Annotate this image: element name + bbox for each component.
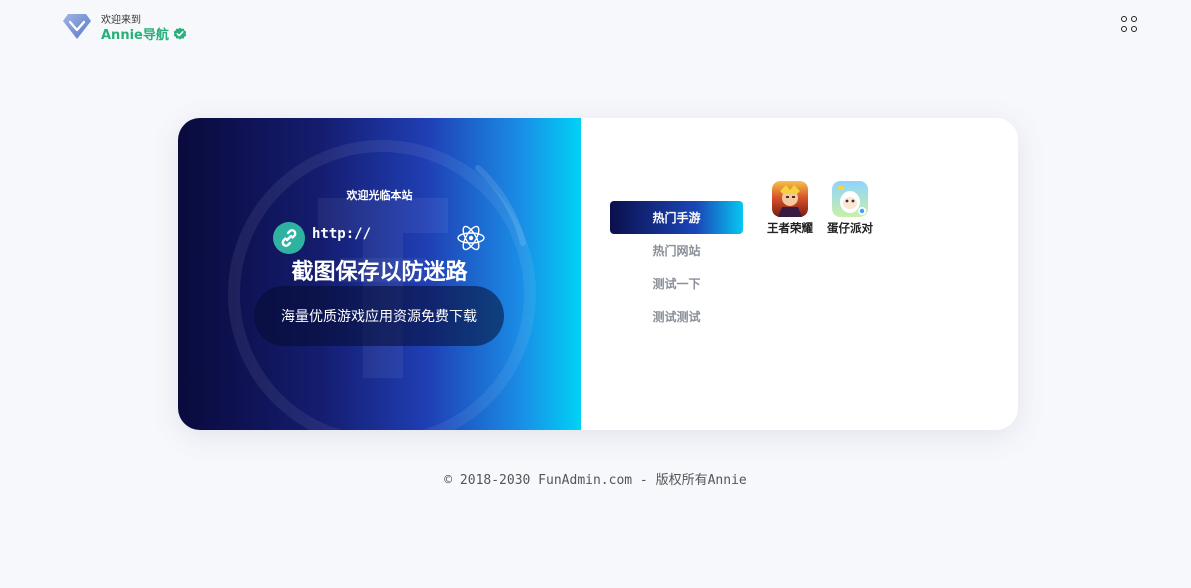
banner-title: 截图保存以防迷路: [291, 260, 468, 285]
welcome-banner: 欢迎光临本站 http:// 截图保存以防迷路 海量优质游戏应用资源免费下载: [178, 118, 581, 430]
game-eggy-icon: [832, 181, 868, 217]
tab-test-test[interactable]: 测试测试: [610, 300, 743, 333]
category-tabs: 热门手游 热门网站 测试一下 测试测试: [610, 201, 743, 333]
tab-hot-mobile-games[interactable]: 热门手游: [610, 201, 743, 234]
app-name: 蛋仔派对: [827, 221, 873, 235]
app-item-honor-of-kings[interactable]: 王者荣耀: [765, 181, 815, 236]
banner-subtitle: 海量优质游戏应用资源免费下载: [281, 309, 477, 325]
tab-test-once[interactable]: 测试一下: [610, 267, 743, 300]
main-card: 欢迎光临本站 http:// 截图保存以防迷路 海量优质游戏应用资源免费下载 热…: [178, 118, 1018, 430]
banner-welcome-text: 欢迎光临本站: [346, 189, 413, 202]
verified-badge-icon: [173, 27, 187, 40]
tab-hot-websites[interactable]: 热门网站: [610, 234, 743, 267]
app-grid: 王者荣耀 蛋仔派对: [765, 181, 875, 236]
app-item-eggy-party[interactable]: 蛋仔派对: [825, 181, 875, 236]
footer-copyright: © 2018-2030 FunAdmin.com - 版权所有Annie: [444, 473, 747, 488]
app-name: 王者荣耀: [767, 221, 813, 235]
brand-name[interactable]: Annie导航: [101, 24, 187, 43]
link-icon: [273, 222, 305, 254]
game-king-icon: [772, 181, 808, 217]
banner-subtitle-pill: 海量优质游戏应用资源免费下载: [254, 286, 504, 346]
apps-grid-menu-icon[interactable]: [1121, 16, 1139, 34]
http-prefix-text: http://: [312, 226, 372, 242]
brand-name-text: Annie导航: [101, 28, 169, 43]
top-bar: 欢迎来到 Annie导航: [0, 0, 1191, 50]
atom-icon: [457, 225, 485, 251]
diamond-logo-icon[interactable]: [62, 12, 92, 40]
